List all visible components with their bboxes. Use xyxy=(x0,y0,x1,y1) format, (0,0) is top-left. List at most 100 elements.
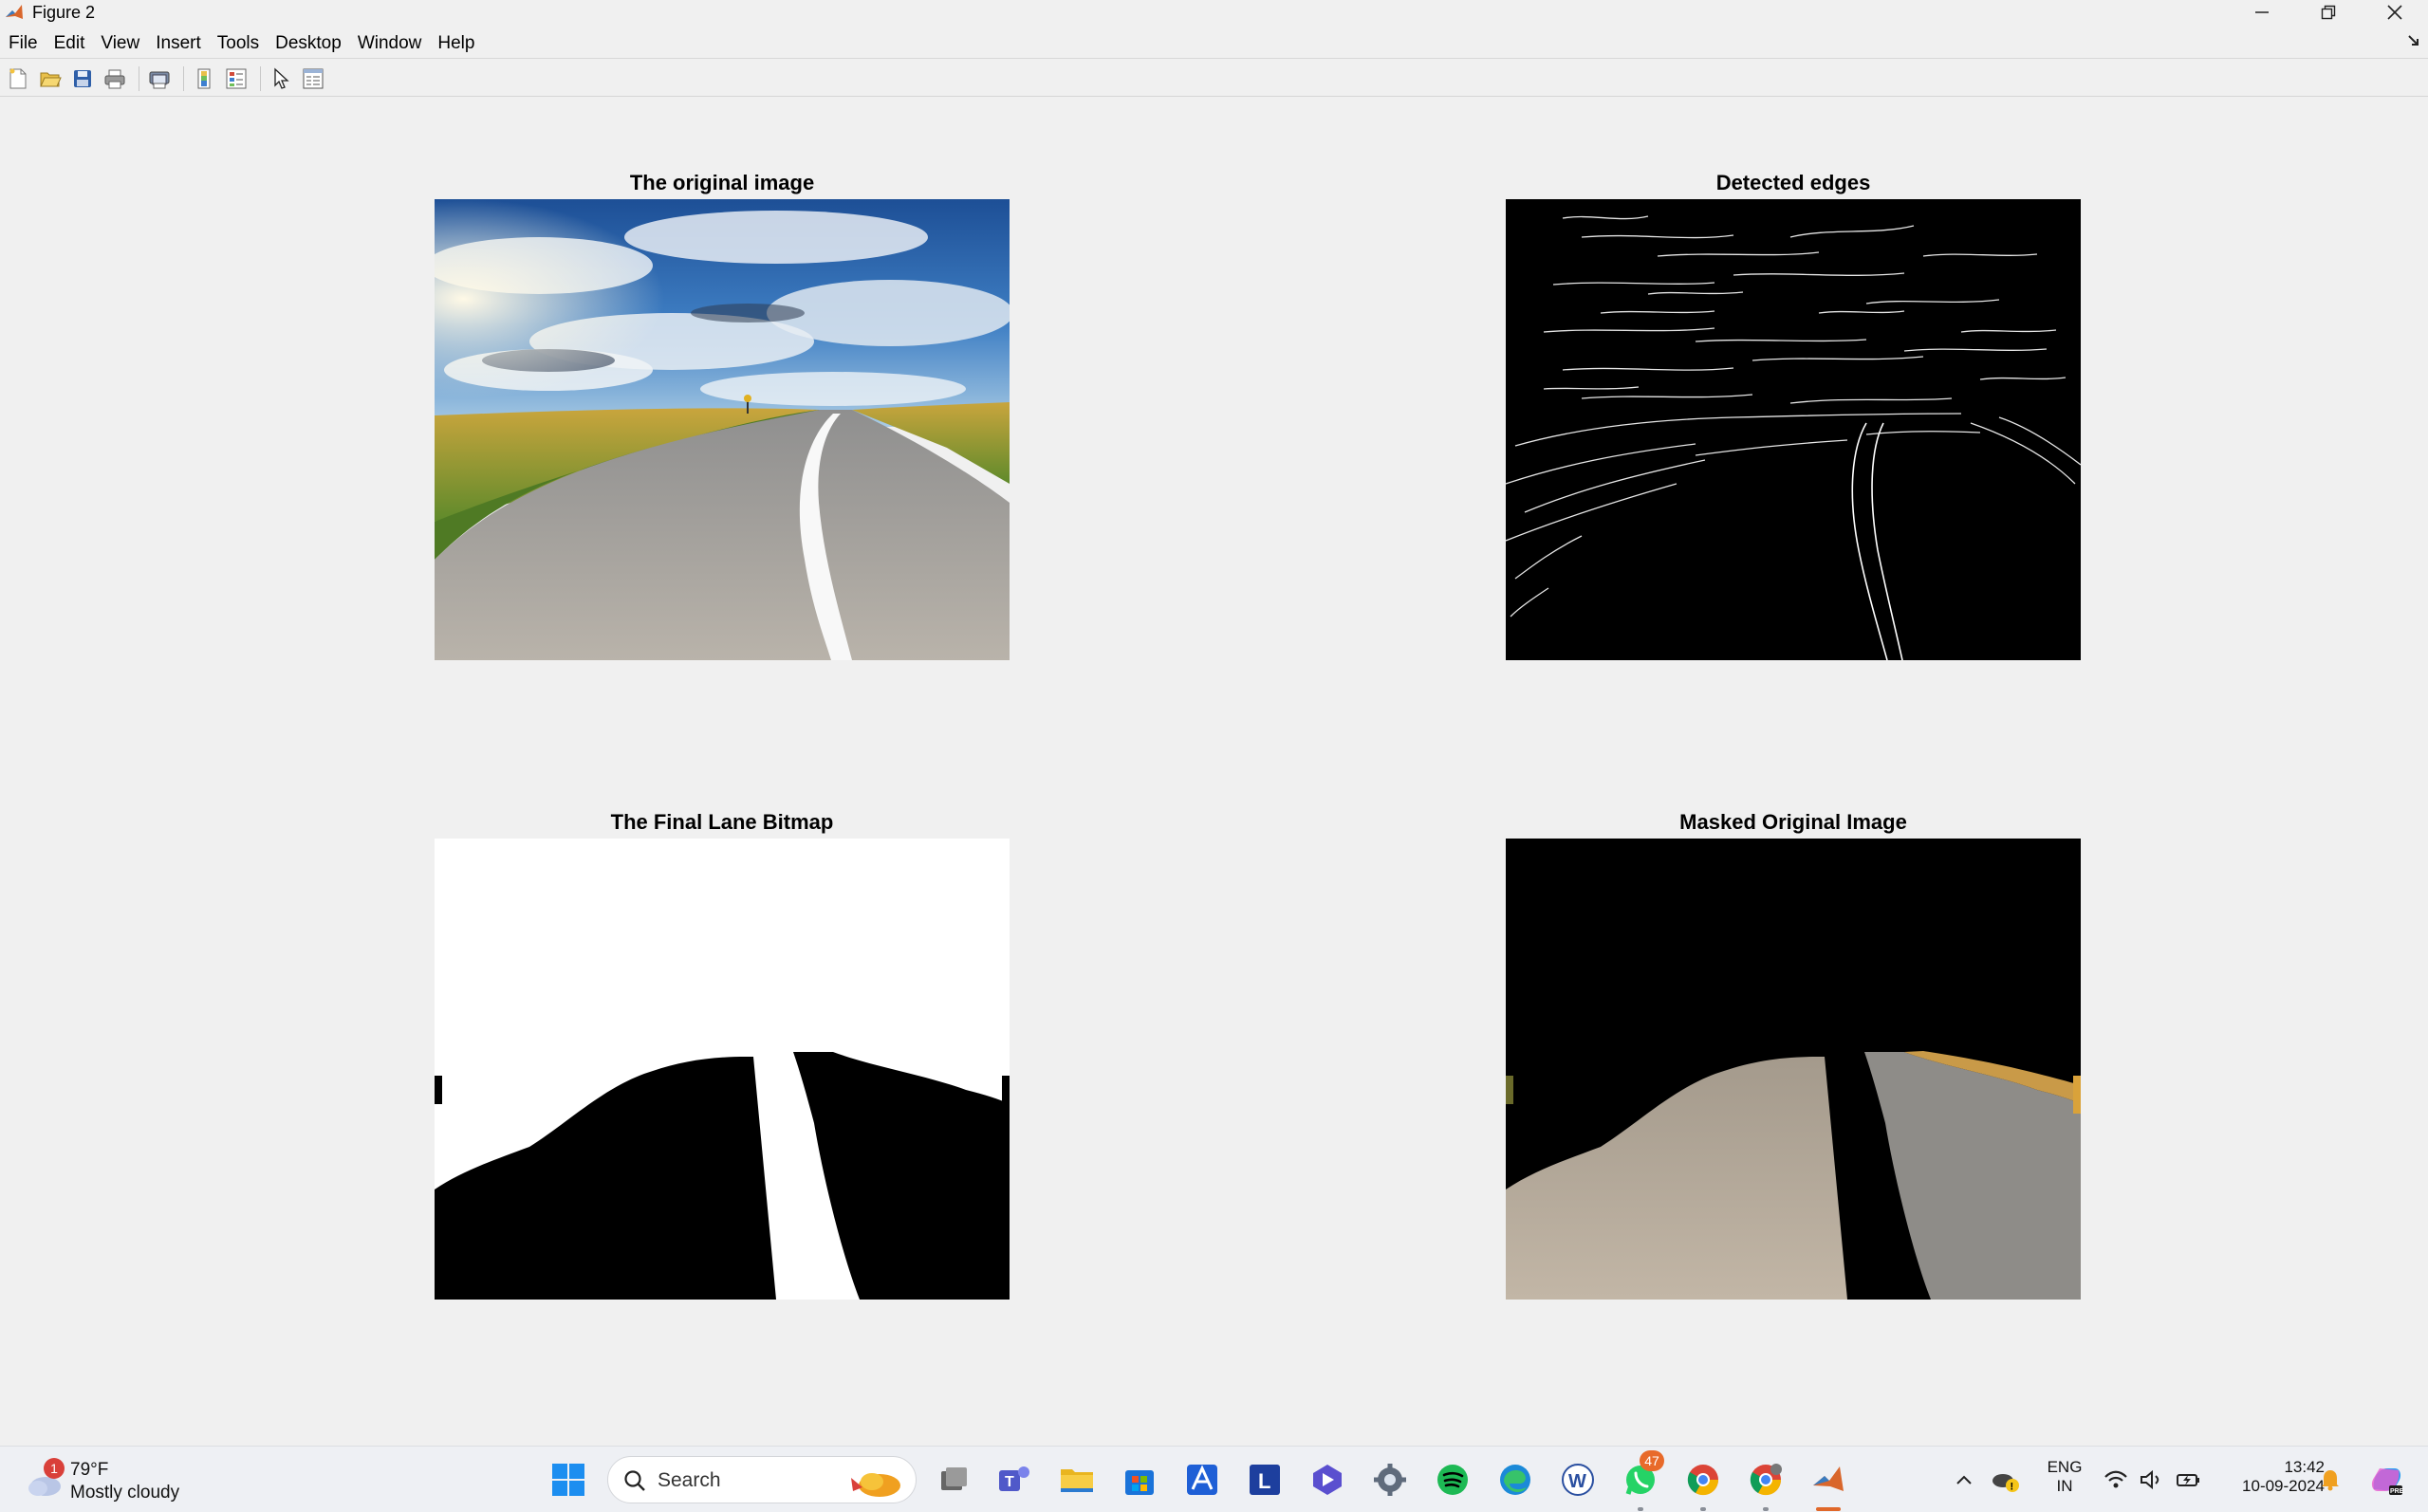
edge-button[interactable] xyxy=(1493,1458,1537,1502)
masked-image xyxy=(1506,839,2081,1300)
print-button[interactable] xyxy=(101,65,129,93)
teams-button[interactable]: T xyxy=(992,1458,1036,1502)
search-label: Search xyxy=(658,1469,721,1491)
original-image xyxy=(435,199,1010,660)
taskbar: 1 79°F Mostly cloudy Search T L W 47 ! E… xyxy=(0,1446,2428,1512)
title-bar: Figure 2 xyxy=(0,0,2428,25)
insert-colorbar-button[interactable] xyxy=(190,65,218,93)
clock-date: 10-09-2024 xyxy=(2242,1477,2325,1495)
clock[interactable]: 13:42 10-09-2024 xyxy=(2211,1458,2325,1496)
teams-icon: T xyxy=(999,1466,1029,1491)
new-figure-icon xyxy=(9,68,27,88)
save-button[interactable] xyxy=(68,65,97,93)
toolbar-separator xyxy=(260,65,261,91)
figure-toolbar xyxy=(0,61,2428,97)
colorbar-icon xyxy=(197,68,211,88)
task-view-button[interactable] xyxy=(932,1458,975,1502)
whatsapp-unread-badge: 47 xyxy=(1640,1450,1664,1471)
copilot-icon: PRE xyxy=(2371,1468,2404,1495)
restore-button[interactable] xyxy=(2295,0,2362,25)
show-hidden-icons-button[interactable] xyxy=(1943,1458,1985,1502)
matlab-button[interactable] xyxy=(1807,1458,1850,1502)
task-view-icon xyxy=(941,1467,967,1490)
window-title: Figure 2 xyxy=(32,2,96,22)
clock-time: 13:42 xyxy=(2284,1458,2325,1476)
close-icon xyxy=(2387,5,2402,20)
detected-edges-image xyxy=(1506,199,2081,660)
chevron-up-icon xyxy=(1956,1475,1972,1484)
copilot-button[interactable]: PRE xyxy=(2363,1458,2410,1502)
menu-file[interactable]: File xyxy=(9,33,38,54)
property-inspector-button[interactable] xyxy=(299,65,327,93)
onedrive-button[interactable]: ! xyxy=(1985,1458,2027,1502)
copilot-app-icon xyxy=(1313,1465,1342,1495)
region-code: IN xyxy=(2056,1477,2073,1495)
menu-desktop[interactable]: Desktop xyxy=(275,33,342,54)
insert-legend-button[interactable] xyxy=(222,65,250,93)
battery-button[interactable] xyxy=(2169,1458,2207,1502)
minimize-button[interactable] xyxy=(2229,0,2295,25)
wifi-icon xyxy=(2104,1470,2127,1488)
weather-alert-badge: 1 xyxy=(44,1458,65,1479)
matlab-logo-icon xyxy=(6,5,23,19)
settings-button[interactable] xyxy=(1368,1458,1412,1502)
app-launcher-button[interactable] xyxy=(1180,1458,1224,1502)
wifi-button[interactable] xyxy=(2097,1458,2135,1502)
bell-icon xyxy=(2322,1470,2339,1491)
legend-icon xyxy=(226,68,247,88)
spotify-button[interactable] xyxy=(1431,1458,1474,1502)
menu-help[interactable]: Help xyxy=(437,33,474,54)
chrome-button[interactable] xyxy=(1681,1458,1725,1502)
battery-charging-icon xyxy=(2177,1474,2199,1486)
new-figure-button[interactable] xyxy=(4,65,32,93)
window-controls xyxy=(2229,0,2428,25)
microsoft-store-icon xyxy=(1125,1470,1154,1495)
weather-widget[interactable]: 1 79°F Mostly cloudy xyxy=(23,1456,213,1505)
app-icon xyxy=(1187,1465,1217,1495)
search-icon xyxy=(624,1470,645,1491)
start-button[interactable] xyxy=(547,1458,590,1502)
restore-icon xyxy=(2321,5,2336,20)
language-indicator[interactable]: ENG IN xyxy=(2036,1458,2093,1496)
open-file-button[interactable] xyxy=(36,65,65,93)
chrome-profile-icon xyxy=(1750,1464,1782,1496)
close-button[interactable] xyxy=(2362,0,2428,25)
volume-icon xyxy=(2141,1469,2159,1490)
edit-plot-button[interactable] xyxy=(267,65,295,93)
chrome-profile-button[interactable] xyxy=(1744,1458,1788,1502)
minimize-icon xyxy=(2255,11,2269,13)
copilot-app-button[interactable] xyxy=(1306,1458,1349,1502)
edge-icon xyxy=(1500,1465,1530,1495)
open-file-icon xyxy=(40,72,62,86)
subplot-title-bitmap: The Final Lane Bitmap xyxy=(610,810,834,834)
svg-text:!: ! xyxy=(2011,1482,2014,1493)
microsoft-store-button[interactable] xyxy=(1118,1458,1161,1502)
subplot-title-original: The original image xyxy=(629,171,815,194)
subplot-title-edges: Detected edges xyxy=(1715,171,1871,194)
file-explorer-icon xyxy=(1061,1469,1093,1492)
print-preview-button[interactable] xyxy=(145,65,174,93)
notifications-button[interactable] xyxy=(2309,1458,2351,1502)
menu-view[interactable]: View xyxy=(101,33,139,54)
pointer-icon xyxy=(274,67,289,89)
property-inspector-icon xyxy=(303,68,324,88)
dock-figure-icon[interactable] xyxy=(2407,34,2420,47)
figure-window: Figure 2 File Edit View Insert Tools Des… xyxy=(0,0,2428,1446)
menu-insert[interactable]: Insert xyxy=(156,33,201,54)
l-app-button[interactable]: L xyxy=(1243,1458,1287,1502)
matlab-icon xyxy=(1813,1466,1844,1491)
start-icon xyxy=(552,1464,584,1496)
file-explorer-button[interactable] xyxy=(1055,1458,1099,1502)
menu-bar: File Edit View Insert Tools Desktop Wind… xyxy=(0,28,2428,59)
spotify-icon xyxy=(1437,1465,1468,1495)
svg-text:PRE: PRE xyxy=(2390,1488,2404,1495)
menu-edit[interactable]: Edit xyxy=(54,33,85,54)
svg-text:L: L xyxy=(1258,1469,1270,1493)
whatsapp-running-indicator xyxy=(1638,1507,1643,1511)
menu-tools[interactable]: Tools xyxy=(217,33,259,54)
taskbar-search[interactable]: Search xyxy=(607,1456,917,1503)
weather-temperature: 79°F xyxy=(70,1460,109,1480)
w-app-button[interactable]: W xyxy=(1556,1458,1600,1502)
volume-button[interactable] xyxy=(2133,1458,2171,1502)
menu-window[interactable]: Window xyxy=(358,33,422,54)
